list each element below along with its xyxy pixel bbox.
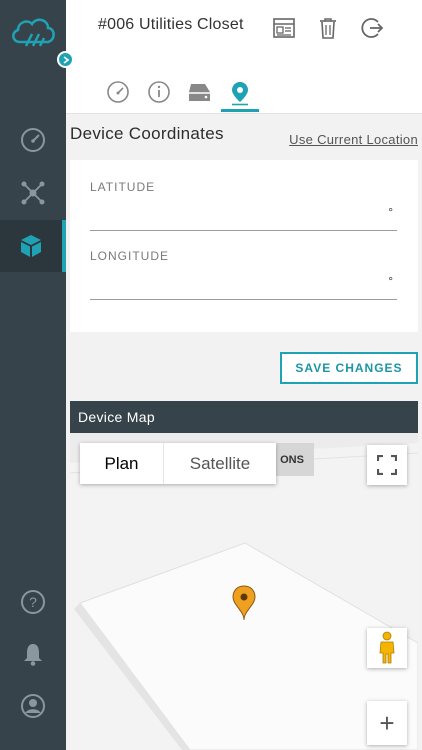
- sidebar-item-notifications[interactable]: [0, 628, 66, 680]
- map-type-control: Plan Satellite: [80, 443, 276, 484]
- user-icon: [21, 694, 45, 718]
- report-icon: [273, 18, 295, 38]
- device-icon: [189, 84, 210, 101]
- latitude-label: LATITUDE: [90, 180, 156, 194]
- exit-button[interactable]: [360, 16, 384, 40]
- info-icon: [148, 81, 170, 103]
- fullscreen-icon: [377, 455, 397, 475]
- bell-icon: [24, 644, 42, 666]
- cloud-logo-icon[interactable]: [8, 10, 58, 54]
- sidebar-item-help[interactable]: ?: [0, 576, 66, 628]
- sidebar-item-devices[interactable]: [0, 220, 66, 272]
- logout-icon: [361, 18, 384, 38]
- delete-button[interactable]: [316, 16, 340, 40]
- sidebar: ?: [0, 0, 74, 750]
- chevron-right-icon: [63, 55, 69, 64]
- network-icon: [21, 181, 45, 205]
- use-current-location-link[interactable]: Use Current Location: [289, 132, 418, 147]
- street-view-button[interactable]: [367, 628, 407, 668]
- longitude-label: LONGITUDE: [90, 249, 170, 263]
- devices-cube-icon: [21, 235, 41, 257]
- device-location-pin-icon[interactable]: [232, 585, 256, 626]
- tab-hardware[interactable]: [185, 80, 215, 112]
- coordinates-card: LATITUDE ° LONGITUDE °: [70, 160, 418, 332]
- device-map-title: Device Map: [78, 409, 155, 425]
- latitude-degree-symbol: °: [388, 205, 393, 219]
- section-title: Device Coordinates: [70, 124, 224, 143]
- longitude-field: LONGITUDE °: [90, 249, 397, 300]
- longitude-input[interactable]: [90, 272, 380, 298]
- map-type-satellite[interactable]: Satellite: [164, 443, 276, 484]
- map-type-plan[interactable]: Plan: [80, 443, 164, 484]
- tab-overview[interactable]: [103, 80, 133, 112]
- dashboard-icon: [21, 128, 45, 152]
- sidebar-item-account[interactable]: [0, 680, 66, 732]
- tab-info[interactable]: [144, 80, 174, 112]
- pegman-icon: [379, 631, 395, 664]
- device-map[interactable]: ONS Plan Satellite +: [70, 433, 418, 750]
- app-root: ? #006 Utilities Closet Device Coordinat…: [0, 0, 422, 750]
- sidebar-expand-button[interactable]: [57, 51, 74, 68]
- map-overlay-chip[interactable]: ONS: [270, 443, 314, 476]
- device-header: #006 Utilities Closet: [66, 0, 422, 114]
- sidebar-item-network[interactable]: [0, 167, 66, 219]
- latitude-field: LATITUDE °: [90, 180, 397, 231]
- help-icon: ?: [21, 590, 45, 614]
- coordinates-section-header: Device Coordinates Use Current Location: [70, 124, 418, 152]
- save-changes-button[interactable]: SAVE CHANGES: [280, 352, 418, 384]
- latitude-input-wrap: °: [90, 203, 397, 231]
- sidebar-item-dashboard[interactable]: [0, 114, 66, 166]
- svg-text:?: ?: [29, 594, 37, 610]
- longitude-input-wrap: °: [90, 272, 397, 300]
- trash-icon: [320, 18, 336, 39]
- latitude-input[interactable]: [90, 203, 380, 229]
- zoom-in-button[interactable]: +: [367, 701, 407, 745]
- location-pin-icon: [232, 82, 248, 106]
- gauge-icon: [107, 81, 129, 103]
- fullscreen-button[interactable]: [367, 445, 407, 485]
- tab-location[interactable]: [221, 80, 259, 112]
- device-title: #006 Utilities Closet: [98, 16, 244, 33]
- device-map-header: Device Map: [70, 401, 418, 433]
- longitude-degree-symbol: °: [388, 274, 393, 288]
- report-button[interactable]: [272, 16, 296, 40]
